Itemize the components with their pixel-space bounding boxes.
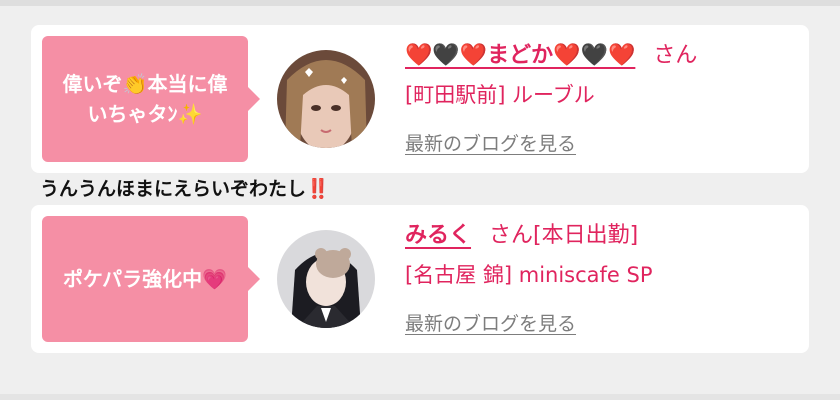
top-divider bbox=[0, 0, 840, 6]
avatar[interactable] bbox=[277, 50, 375, 148]
bubble-line: ポケパラ強化中💗 bbox=[62, 267, 228, 291]
latest-blog-link[interactable]: 最新のブログを見る bbox=[405, 309, 576, 336]
bottom-divider bbox=[0, 394, 840, 400]
avatar[interactable] bbox=[277, 230, 375, 328]
post-comment: うんうんほまにえらいぞわたし‼️ bbox=[40, 174, 330, 201]
shop-name: [名古屋 錦] miniscafe SP bbox=[405, 263, 653, 287]
comment-text: うんうんほまにえらいぞわたし bbox=[40, 178, 307, 200]
shop-name: [町田駅前] ルーブル bbox=[405, 83, 595, 107]
honorific: さん bbox=[653, 43, 698, 68]
post-card[interactable]: ポケパラ強化中💗 みるく さん[本日出勤] [名古屋 錦] miniscafe S… bbox=[31, 205, 809, 353]
name-row: ❤️🖤❤️まどか❤️🖤❤️ さん bbox=[405, 37, 697, 69]
name-row: みるく さん[本日出勤] bbox=[405, 217, 638, 249]
honorific: さん bbox=[489, 223, 534, 248]
message-bubble: 偉いぞ👏本当に偉 いちゃタﾝ✨ bbox=[42, 36, 260, 162]
post-card[interactable]: 偉いぞ👏本当に偉 いちゃタﾝ✨ ❤️🖤❤️まどか❤️🖤❤️ さん [町田駅前] ル… bbox=[31, 25, 809, 173]
member-name-link[interactable]: みるく bbox=[405, 223, 471, 248]
bubble-line: いちゃタﾝ✨ bbox=[87, 102, 203, 126]
emphasis-icon: ‼️ bbox=[306, 178, 330, 200]
message-bubble: ポケパラ強化中💗 bbox=[42, 216, 260, 342]
latest-blog-link[interactable]: 最新のブログを見る bbox=[405, 129, 576, 156]
bubble-line: 偉いぞ👏本当に偉 bbox=[62, 72, 228, 96]
status-badge: [本日出勤] bbox=[533, 223, 639, 248]
member-name-link[interactable]: ❤️🖤❤️まどか❤️🖤❤️ bbox=[405, 43, 635, 68]
